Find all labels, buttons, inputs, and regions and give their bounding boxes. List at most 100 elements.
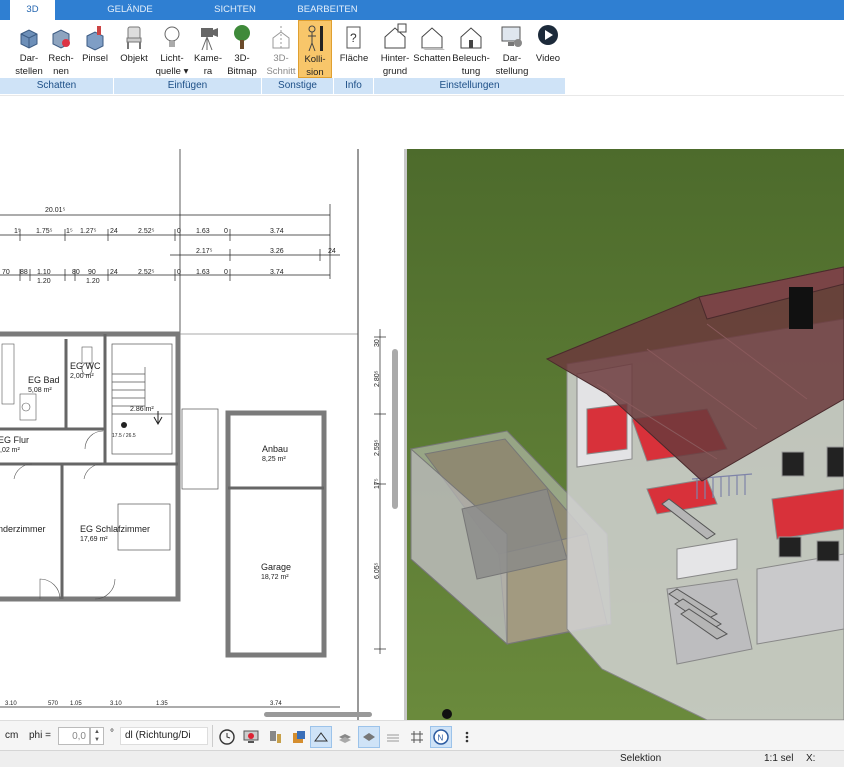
group-info: Info	[334, 78, 374, 94]
vdim-text: 2.80⁵	[374, 370, 381, 387]
ribbon-tab-bar: 3D GELÄNDE SICHTEN BEARBEITEN	[0, 0, 844, 20]
beleuchtung-button[interactable]: Beleuch- tung	[452, 20, 490, 80]
group-einfuegen: Einfügen	[114, 78, 262, 94]
tree-icon	[234, 25, 250, 49]
dim-text: 0	[177, 228, 181, 235]
area-info-icon: ?	[346, 26, 361, 49]
button-label: stellen	[15, 66, 43, 77]
pinsel-button[interactable]: Pinsel	[78, 20, 112, 80]
dim-text: 2.52⁵	[138, 269, 155, 276]
surface-icon	[363, 733, 375, 741]
button-label: Kame-	[194, 53, 222, 64]
dim-text: 1⁵	[14, 228, 21, 235]
floor-plan-view[interactable]: 20.01⁵ 1⁵ 1.75⁵ 1⁵ 1.27⁵ 24 2.52⁵ 0 1.63…	[0, 149, 404, 720]
paint-brush-icon	[270, 731, 281, 743]
rechnen-button[interactable]: Rech- nen	[44, 20, 78, 80]
stair-label: 2.86 m²	[130, 406, 154, 413]
stair-sub-label: 17.5 / 26.5	[112, 433, 136, 439]
vdim-text: 2.59⁵	[374, 439, 381, 456]
grid-button[interactable]	[406, 726, 428, 748]
status-bar: Selektion 1:1 sel X:	[0, 750, 844, 767]
brush-cube-icon	[86, 26, 104, 51]
material-icon	[293, 731, 305, 743]
floor-plan-canvas[interactable]: 20.01⁵ 1⁵ 1.75⁵ 1⁵ 1.27⁵ 24 2.52⁵ 0 1.63…	[0, 149, 404, 720]
phi-stepper[interactable]: ▲ ▼	[90, 727, 104, 745]
bottom-toolbar: cm phi = ▲▼ ° dl (Richtung/Di N	[0, 720, 844, 750]
button-label: Beleuch-	[452, 53, 490, 64]
lichtquelle-button[interactable]: Licht- quelle ▾	[152, 20, 192, 80]
button-label: ra	[203, 66, 213, 77]
house-light-icon	[460, 27, 482, 49]
button-label: quelle ▾	[155, 66, 189, 77]
button-label: Objekt	[120, 53, 148, 64]
wireframe-icon	[314, 732, 328, 742]
plan-horizontal-scrollbar[interactable]	[264, 712, 372, 717]
dim-text: 1.27⁵	[80, 228, 97, 235]
lightbulb-icon	[164, 26, 180, 47]
button-label: stellung	[495, 66, 529, 77]
north-button[interactable]: N	[430, 726, 452, 748]
3d-view[interactable]	[407, 149, 844, 720]
kamera-button[interactable]: Kame- ra	[192, 20, 224, 80]
button-label: Bitmap	[227, 66, 257, 77]
objekt-button[interactable]: Objekt	[116, 20, 152, 80]
flaeche-button[interactable]: ? Fläche	[337, 20, 371, 80]
dim-text: 570	[48, 701, 59, 707]
surface-toggle[interactable]	[358, 726, 380, 748]
dim-text: 20.01⁵	[45, 207, 66, 214]
layers-button[interactable]	[334, 726, 356, 748]
room-area: 17,69 m²	[80, 536, 108, 543]
room-area: 8,25 m²	[262, 456, 286, 463]
darstellung-button[interactable]: Dar- stellung	[492, 20, 532, 80]
bitmap-3d-button[interactable]: 3D- Bitmap	[224, 20, 260, 80]
schatten-settings-button[interactable]: Schatten	[412, 20, 452, 80]
darstellen-button[interactable]: Dar- stellen	[10, 20, 48, 80]
more-options-button[interactable]	[456, 726, 478, 748]
hintergrund-button[interactable]: Hinter- grund	[376, 20, 414, 80]
button-label: Hinter-	[380, 53, 410, 64]
monitor-gear-icon	[501, 26, 522, 47]
dim-text: 24	[110, 269, 118, 276]
dim-text: 24	[328, 248, 336, 255]
clock-button[interactable]	[216, 726, 238, 748]
room-area: 18,72 m²	[261, 574, 289, 581]
house-bg-icon	[384, 23, 407, 49]
tab-gelaende[interactable]: GELÄNDE	[100, 0, 160, 20]
room-area: 2,00 m²	[70, 373, 94, 380]
button-label: nen	[53, 66, 69, 77]
dim-text: 3.10	[5, 701, 17, 707]
room-name: EG Schlafzimmer	[80, 524, 150, 534]
3d-scene-canvas[interactable]	[407, 149, 844, 720]
unit-label: cm	[5, 730, 19, 741]
material-button[interactable]	[288, 726, 310, 748]
wireframe-toggle[interactable]	[310, 726, 332, 748]
dim-text: 1.63	[196, 228, 210, 235]
person-wall-icon	[308, 25, 323, 52]
phi-input[interactable]	[58, 727, 90, 745]
chimney	[789, 287, 813, 329]
tab-3d[interactable]: 3D	[10, 0, 55, 20]
button-label: Schnitt	[266, 66, 296, 77]
video-button[interactable]: Video	[533, 20, 563, 80]
schnitt-3d-button[interactable]: 3D- Schnitt	[263, 20, 299, 80]
dim-text: 90	[88, 269, 96, 276]
button-label: 3D-	[273, 53, 289, 64]
paint-button[interactable]	[264, 726, 286, 748]
tab-sichten[interactable]: SICHTEN	[205, 0, 265, 20]
dim-text: 2.52⁵	[138, 228, 155, 235]
ribbon-panel: Dar- stellen Rech- nen Pinsel Objekt Lic…	[0, 20, 844, 95]
vdim-text: 6.05⁵	[374, 562, 381, 579]
plan-vertical-scrollbar[interactable]	[392, 349, 398, 509]
direction-select-value: dl (Richtung/Di	[125, 730, 191, 741]
direction-select[interactable]: dl (Richtung/Di	[120, 727, 208, 745]
status-mode: Selektion	[620, 753, 662, 764]
kollision-button[interactable]: Kolli- sion	[298, 20, 332, 78]
texture-button[interactable]	[382, 726, 404, 748]
dim-text: 1.35	[156, 701, 168, 707]
dim-text: 2.17⁵	[196, 248, 213, 255]
cube-render-icon	[20, 29, 38, 49]
monitor-button[interactable]	[240, 726, 262, 748]
group-schatten: Schatten	[0, 78, 114, 94]
camera-icon	[201, 28, 218, 51]
tab-bearbeiten[interactable]: BEARBEITEN	[290, 0, 365, 20]
